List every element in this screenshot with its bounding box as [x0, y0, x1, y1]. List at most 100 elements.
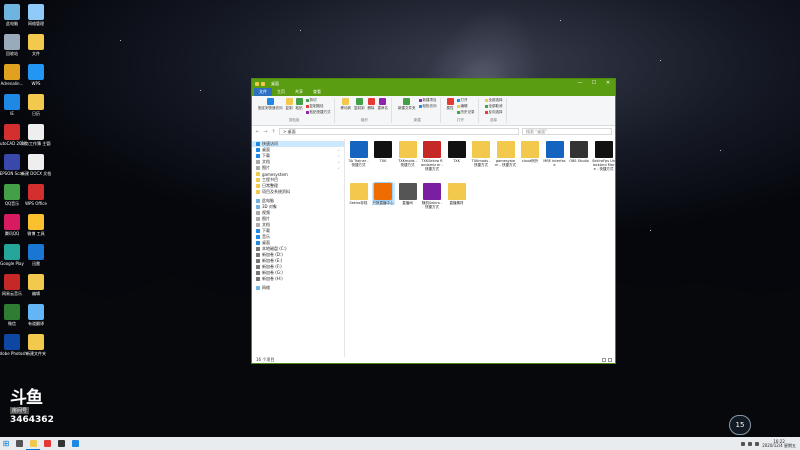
navigation-pane: 快速访问 桌面 ✓ 下载 ✓ 文档 ✓ 图片 ✓ gamesystem 工程书目 日常整理 项目及系统资… [252, 139, 345, 357]
desktop-icon[interactable]: 新建文件夹 [21, 334, 51, 356]
desktop-icon[interactable]: 财务工作簿 主管理器 [21, 124, 51, 146]
ribbon-tab[interactable]: 文件 [254, 88, 272, 96]
taskbar-app-chrome[interactable] [40, 437, 54, 450]
ribbon-small-button[interactable]: 全部取消 [484, 104, 503, 109]
file-item[interactable]: TXK [445, 141, 468, 163]
desktop-app-icon [28, 34, 44, 50]
file-icon [349, 183, 368, 200]
nav-item-icon [256, 223, 260, 227]
close-button[interactable]: ✕ [601, 79, 615, 88]
ribbon-button-label: 重命名 [377, 106, 389, 110]
clock[interactable]: 16:22 2020/12/4 星期五 [762, 439, 796, 448]
ribbon-button[interactable]: 删除 [367, 98, 375, 111]
taskbar-app-qq[interactable] [68, 437, 82, 450]
ribbon-button[interactable]: 重命名 [377, 98, 389, 111]
file-item[interactable]: MRE Interface [543, 141, 566, 167]
file-label: gamesyste m - 快捷方式 [495, 159, 516, 167]
file-label: TXKmods - 快捷方式 [471, 159, 491, 167]
ribbon-small-button[interactable]: 粘贴快捷方式 [305, 110, 331, 115]
ribbon-small-button[interactable]: 编辑 [456, 104, 475, 109]
file-item[interactable]: gamesyste m - 快捷方式 [494, 141, 517, 167]
ribbon-tab[interactable]: 主页 [272, 88, 290, 96]
large-icons-view-icon[interactable] [608, 358, 612, 362]
ribbon-tab[interactable]: 查看 [308, 88, 326, 96]
ribbon-small-button[interactable]: 反向选择 [484, 110, 503, 115]
ribbon-button-icon [379, 98, 387, 105]
desktop-app-icon [4, 94, 20, 110]
maximize-button[interactable]: ☐ [587, 79, 601, 88]
desktop-icon[interactable]: 新建 DOCX 文档 [21, 154, 51, 176]
taskbar-app-obs[interactable] [54, 437, 68, 450]
ribbon-small-button[interactable]: 轻松访问 [418, 104, 437, 109]
desktop-icon[interactable]: 日历 [21, 94, 51, 116]
nav-item-icon [256, 166, 260, 170]
file-item[interactable]: TXKmods - 快捷方式 [396, 141, 419, 167]
minimize-button[interactable]: — [573, 79, 587, 88]
room-label: 房间号 [10, 407, 30, 414]
taskbar-app-search[interactable] [12, 437, 26, 450]
ribbon-button[interactable]: 复制 [285, 98, 293, 115]
file-item[interactable]: TXK [372, 141, 395, 163]
ribbon-button-label: 移动到 [340, 106, 352, 110]
ribbon-small-button[interactable]: 打开 [456, 98, 475, 103]
ribbon-button-icon [446, 98, 454, 105]
file-item[interactable]: SekiroFps UnlockAnd More - 快捷方式 [592, 141, 615, 171]
ribbon-button-icon [367, 98, 375, 105]
ribbon-small-button[interactable]: 全部选择 [484, 98, 503, 103]
quick-access-toolbar[interactable] [252, 81, 265, 86]
forward-arrow-icon[interactable]: → [263, 129, 268, 135]
ribbon-button[interactable]: 新建文件夹 [398, 98, 416, 111]
desktop-icon[interactable]: WPS Office [21, 184, 51, 206]
ribbon-button[interactable]: 粘贴 [295, 98, 303, 115]
ribbon-button-label: 属性 [446, 106, 454, 110]
ribbon-small-button[interactable]: 历史记录 [456, 110, 475, 115]
ribbon-button[interactable]: 属性 [446, 98, 454, 115]
pin-icon: ✓ [337, 160, 340, 164]
desktop-icon[interactable]: 网络管理 [21, 4, 51, 26]
up-arrow-icon[interactable]: ↑ [271, 129, 276, 135]
ribbon-tab[interactable]: 共享 [290, 88, 308, 96]
taskbar-app-explorer[interactable] [26, 437, 40, 450]
file-item[interactable]: OBS Studio [568, 141, 591, 163]
ribbon-group: 固定到快速访问 复制 粘贴 剪切 复制路径 粘贴快捷方式 剪贴板 [255, 98, 335, 123]
file-item[interactable]: Sekiro存档 [347, 183, 370, 205]
ribbon-button[interactable]: 固定到快速访问 [258, 98, 283, 115]
desktop-icon[interactable]: 微博 工具 [21, 214, 51, 236]
ribbon-button[interactable]: 移动到 [340, 98, 352, 111]
nav-item[interactable]: 网络 [252, 285, 344, 291]
desktop-icon[interactable]: 文件 [21, 34, 51, 56]
desktop-icon[interactable]: 编辑 [21, 274, 51, 296]
desktop-icon[interactable]: 迅雷 [21, 244, 51, 266]
file-item[interactable]: 3A Trainer - 快捷方式 [347, 141, 370, 167]
file-item[interactable]: 随机Sekiro - 快捷方式 [421, 183, 444, 209]
file-item[interactable]: cloud例外 [519, 141, 542, 163]
file-item[interactable]: TXKmods - 快捷方式 [470, 141, 493, 167]
file-item[interactable]: 只狼直播中心 [371, 182, 395, 205]
ribbon-small-label: 全部取消 [488, 104, 503, 108]
file-explorer-window[interactable]: 桌面 — ☐ ✕ 文件 主页 共享 查看 固定到快速访问 复制 粘贴 剪切 复制路径 粘贴快捷方… [251, 78, 616, 364]
search-input[interactable]: 搜索 "桌面" [522, 128, 612, 135]
back-arrow-icon[interactable]: ← [255, 129, 260, 135]
desktop-icon[interactable]: WPS [21, 64, 51, 86]
nav-item-icon [256, 199, 260, 203]
file-item[interactable]: 直播间 [396, 183, 419, 205]
tray-arrow-icon[interactable] [741, 441, 746, 446]
taskbar-apps [12, 437, 82, 450]
volume-icon[interactable] [755, 441, 760, 446]
details-view-icon[interactable] [602, 358, 606, 362]
title-bar[interactable]: 桌面 — ☐ ✕ [252, 79, 615, 88]
desktop-app-icon [28, 4, 44, 20]
file-item[interactable]: 直播素材 [445, 183, 468, 205]
desktop-icon[interactable]: 有道翻译 [21, 304, 51, 326]
ribbon-small-button[interactable]: 复制路径 [305, 104, 331, 109]
ribbon-button[interactable]: 复制到 [354, 98, 365, 111]
address-path[interactable]: > 桌面 [279, 128, 519, 135]
network-icon[interactable] [748, 441, 753, 446]
network-speed-badge[interactable]: 15 [729, 415, 751, 435]
ribbon-small-button[interactable]: 新建项目 [418, 98, 437, 103]
ribbon-small-button[interactable]: 剪切 [305, 98, 331, 103]
windows-start-icon[interactable]: ⊞ [0, 439, 12, 448]
file-item[interactable]: TXKSekiro Randomiz er - 快捷方式 [421, 141, 444, 171]
ribbon-small-buttons: 新建项目 轻松访问 [418, 98, 437, 111]
properties-icon[interactable] [261, 81, 265, 86]
